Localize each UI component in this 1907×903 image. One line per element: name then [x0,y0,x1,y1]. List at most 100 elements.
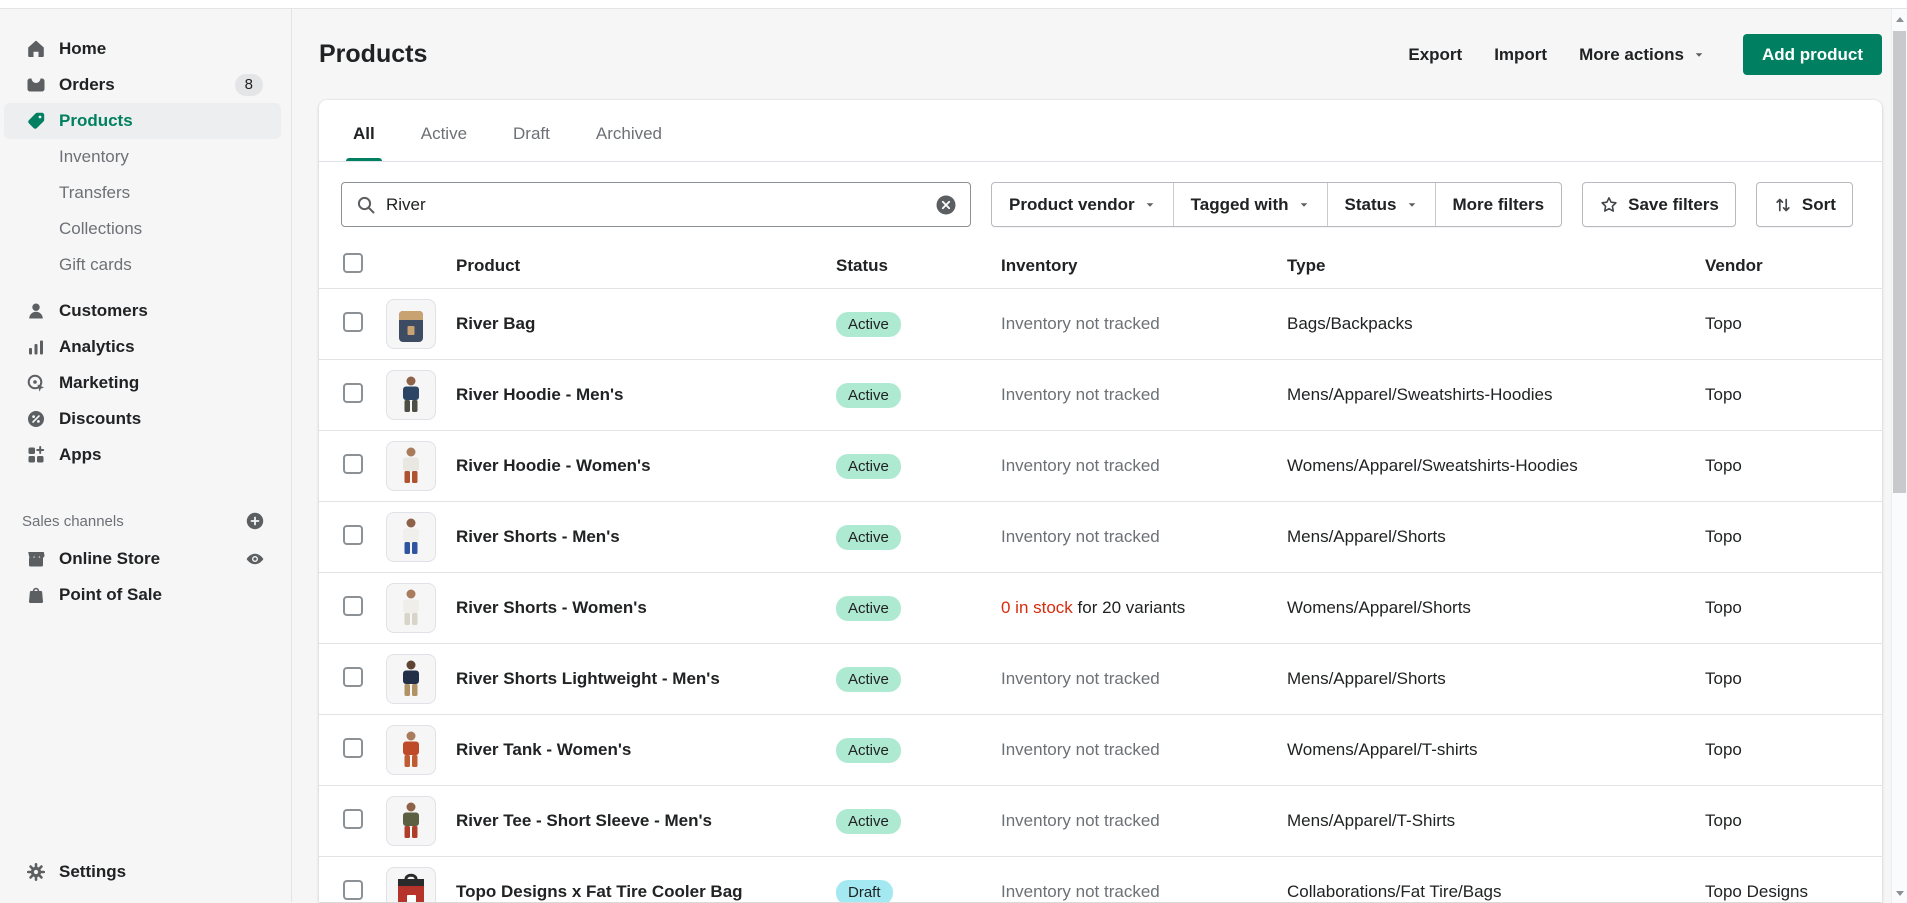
product-name-link[interactable]: River Shorts - Women's [456,598,647,617]
sidebar-item-point-of-sale[interactable]: Point of Sale [4,577,281,613]
sidebar-item-label: Apps [59,445,102,465]
product-thumbnail [386,725,436,775]
tab-draft[interactable]: Draft [497,106,566,161]
more-actions-label: More actions [1579,45,1684,65]
product-name-link[interactable]: River Hoodie - Men's [456,385,623,404]
table-row[interactable]: River Hoodie - Men's Active Inventory no… [319,360,1882,431]
sidebar-item-inventory[interactable]: Inventory [4,139,281,175]
sidebar-item-home[interactable]: Home [4,31,281,67]
product-vendor: Topo Designs [1705,882,1858,902]
row-checkbox[interactable] [343,880,363,900]
row-checkbox[interactable] [343,383,363,403]
sidebar-item-label: Gift cards [59,255,132,275]
filter-bar: Product vendor Tagged with Status More f… [319,162,1882,243]
vertical-scrollbar[interactable] [1891,9,1907,903]
table-row[interactable]: River Bag Active Inventory not tracked B… [319,289,1882,360]
main-content: Products Export Import More actions Add … [292,9,1907,902]
table-row[interactable]: River Hoodie - Women's Active Inventory … [319,431,1882,502]
add-sales-channel-button[interactable] [245,511,265,531]
add-product-button[interactable]: Add product [1743,34,1882,75]
sidebar-item-apps[interactable]: Apps [4,437,281,473]
tab-label: Archived [596,124,662,144]
row-checkbox[interactable] [343,596,363,616]
more-actions-button[interactable]: More actions [1579,45,1705,65]
export-button[interactable]: Export [1408,45,1462,65]
select-all-checkbox[interactable] [343,253,363,273]
sidebar-item-marketing[interactable]: Marketing [4,365,281,401]
scroll-down-arrow[interactable] [1892,885,1907,901]
sidebar-item-label: Inventory [59,147,129,167]
product-type: Mens/Apparel/Shorts [1287,669,1705,689]
table-row[interactable]: River Shorts - Women's Active 0 in stock… [319,573,1882,644]
column-header-product: Product [456,256,836,276]
tab-active[interactable]: Active [405,106,483,161]
page-title: Products [319,40,427,69]
table-row[interactable]: River Tank - Women's Active Inventory no… [319,715,1882,786]
chevron-down-icon [1144,199,1156,211]
sidebar-item-online-store[interactable]: Online Store [4,541,281,577]
sidebar-item-gift-cards[interactable]: Gift cards [4,247,281,283]
product-thumbnail [386,441,436,491]
scrollbar-thumb[interactable] [1893,31,1906,493]
sidebar-item-products[interactable]: Products [4,103,281,139]
product-name-link[interactable]: River Tee - Short Sleeve - Men's [456,811,712,830]
table-row[interactable]: River Tee - Short Sleeve - Men's Active … [319,786,1882,857]
search-input[interactable] [386,195,924,215]
clear-search-button[interactable] [934,193,958,217]
chevron-down-icon [1693,49,1705,61]
sidebar-item-analytics[interactable]: Analytics [4,329,281,365]
sidebar-item-label: Discounts [59,409,141,429]
sidebar-item-discounts[interactable]: Discounts [4,401,281,437]
product-name-link[interactable]: River Bag [456,314,535,333]
product-vendor: Topo [1705,740,1858,760]
sidebar-item-settings[interactable]: Settings [4,854,281,890]
product-type: Womens/Apparel/Shorts [1287,598,1705,618]
filter-product-vendor-button[interactable]: Product vendor [992,183,1173,226]
product-name-link[interactable]: River Shorts Lightweight - Men's [456,669,720,688]
filter-status-button[interactable]: Status [1327,183,1435,226]
row-checkbox[interactable] [343,738,363,758]
product-thumbnail [386,583,436,633]
product-thumbnail [386,299,436,349]
import-button[interactable]: Import [1494,45,1547,65]
product-name-link[interactable]: River Hoodie - Women's [456,456,651,475]
inventory-text: Inventory not tracked [1001,669,1160,688]
row-checkbox[interactable] [343,525,363,545]
customers-icon [26,301,46,321]
filter-tagged-with-button[interactable]: Tagged with [1173,183,1327,226]
save-filters-button[interactable]: Save filters [1582,182,1736,227]
row-checkbox[interactable] [343,312,363,332]
sidebar-item-orders[interactable]: Orders 8 [4,67,281,103]
eye-icon[interactable] [245,549,265,569]
product-vendor: Topo [1705,527,1858,547]
sort-button[interactable]: Sort [1756,182,1853,227]
chevron-down-icon [1298,199,1310,211]
sidebar: Home Orders 8 Products Inventory Transfe… [0,9,292,902]
inventory-text: Inventory not tracked [1001,456,1160,475]
table-row[interactable]: River Shorts Lightweight - Men's Active … [319,644,1882,715]
row-checkbox[interactable] [343,667,363,687]
header-actions: Export Import More actions Add product [1408,34,1882,75]
product-name-link[interactable]: Topo Designs x Fat Tire Cooler Bag [456,882,743,901]
import-label: Import [1494,45,1547,65]
scroll-up-arrow[interactable] [1892,11,1907,27]
sidebar-item-customers[interactable]: Customers [4,293,281,329]
tab-archived[interactable]: Archived [580,106,678,161]
sidebar-item-transfers[interactable]: Transfers [4,175,281,211]
orders-count-badge: 8 [235,74,263,96]
table-row[interactable]: Topo Designs x Fat Tire Cooler Bag Draft… [319,857,1882,902]
sidebar-item-label: Products [59,111,133,131]
tab-all[interactable]: All [337,106,391,161]
row-checkbox[interactable] [343,809,363,829]
status-badge: Active [836,312,901,337]
channel-item-label: Online Store [59,549,160,569]
product-name-link[interactable]: River Shorts - Men's [456,527,620,546]
sidebar-item-collections[interactable]: Collections [4,211,281,247]
row-checkbox[interactable] [343,454,363,474]
filter-more-filters-button[interactable]: More filters [1435,183,1562,226]
table-row[interactable]: River Shorts - Men's Active Inventory no… [319,502,1882,573]
tab-label: Draft [513,124,550,144]
product-name-link[interactable]: River Tank - Women's [456,740,631,759]
save-filters-label: Save filters [1628,195,1719,215]
export-label: Export [1408,45,1462,65]
